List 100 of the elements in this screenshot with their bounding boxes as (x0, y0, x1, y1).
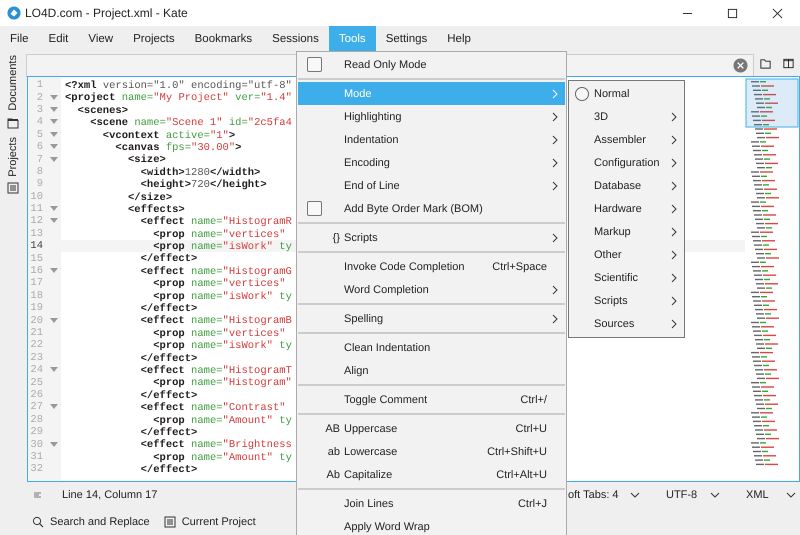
line-number: 10 (29, 190, 43, 203)
code-line: </size> (127, 192, 172, 204)
menu-item[interactable]: Bookmarks (184, 26, 262, 51)
menu-entry[interactable]: Ab Capitalize Ctrl+Alt+U (298, 463, 565, 486)
line-number: 12 (29, 215, 43, 228)
menu-entry[interactable]: Add Byte Order Mark (BOM) (298, 197, 565, 220)
menu-entry[interactable]: Word Completion (298, 278, 565, 301)
code-line: <effect name="HistogramR (140, 216, 292, 228)
line-number: 24 (29, 364, 43, 376)
menu-entry[interactable]: Apply Word Wrap (298, 515, 565, 535)
split-view-icon[interactable] (782, 57, 795, 70)
line-number: 15 (29, 252, 43, 265)
chevron-right-icon (552, 314, 558, 324)
menu-entry[interactable]: Encoding (298, 151, 565, 174)
code-line: </effect> (140, 253, 198, 266)
menu-entry[interactable]: Scripts (569, 289, 684, 312)
code-line: <canvas fps="30.00"> (114, 142, 242, 154)
menu-entry[interactable]: Sources (569, 312, 684, 335)
line-number: 21 (29, 327, 43, 339)
menu-entry[interactable]: Database (569, 174, 684, 197)
code-line: <scenes> (76, 104, 128, 117)
checkbox[interactable] (307, 201, 322, 216)
maximize-icon[interactable] (727, 8, 738, 18)
line-number: 2 (36, 92, 43, 104)
fold-arrow-icon[interactable] (50, 442, 58, 448)
fold-arrow-icon[interactable] (50, 268, 58, 274)
sidebar-tab[interactable]: Projects (7, 136, 19, 176)
fold-arrow-icon[interactable] (50, 404, 58, 410)
code-line: <prop name="Amount" ty (152, 414, 292, 427)
menu-entry[interactable]: Normal (569, 82, 684, 105)
line-number: 17 (29, 277, 43, 290)
fold-arrow-icon[interactable] (50, 318, 58, 324)
chevron-right-icon (671, 158, 677, 168)
line-number: 27 (29, 401, 43, 414)
line-number: 32 (29, 463, 43, 476)
menu-item[interactable]: File (0, 26, 39, 51)
menu-entry[interactable]: Toggle Comment Ctrl+/ (298, 388, 565, 411)
indent-setting[interactable]: oft Tabs: 4 (568, 489, 626, 501)
close-icon[interactable] (772, 8, 783, 18)
caret-icon[interactable] (786, 492, 796, 498)
code-line: <width>1280</width> (140, 166, 260, 179)
encoding-setting[interactable]: UTF-8 (666, 489, 706, 501)
menu-entry[interactable]: ab Lowercase Ctrl+Shift+U (298, 440, 565, 463)
menu-entry[interactable]: Configuration (569, 151, 684, 174)
search-icon (32, 516, 44, 528)
menu-entry[interactable]: End of Line (298, 174, 565, 197)
menu-item[interactable]: Settings (376, 26, 438, 51)
line-number: 29 (29, 426, 43, 438)
line-number: 8 (36, 166, 43, 178)
menu-entry[interactable]: Markup (569, 220, 684, 243)
menu-item[interactable]: Edit (38, 26, 78, 51)
line-number: 6 (36, 141, 43, 154)
case-icon: {} (332, 232, 340, 244)
code-line: <effect name="Brightness (140, 439, 292, 452)
menu-item[interactable]: View (78, 26, 124, 51)
menu-entry[interactable]: Join Lines Ctrl+J (298, 492, 565, 515)
menu-entry[interactable]: Assembler (569, 128, 684, 151)
menu-entry[interactable]: Read Only Mode (298, 53, 565, 76)
fold-arrow-icon[interactable] (50, 367, 58, 374)
menu-entry[interactable]: Hardware (569, 197, 684, 220)
chevron-right-icon (552, 134, 558, 144)
sidebar-tab[interactable]: Documents (7, 55, 19, 111)
menu-entry[interactable]: {} Scripts (298, 226, 565, 249)
code-line: </effect> (140, 390, 198, 402)
folder-icon[interactable] (759, 57, 772, 70)
panel-tab[interactable]: Current Project (182, 516, 256, 528)
menu-entry[interactable]: Highlighting (298, 105, 565, 128)
line-number: 11 (29, 203, 43, 216)
code-line: <height>720</height> (140, 179, 267, 192)
line-number: 26 (29, 388, 43, 401)
chevron-right-icon (552, 158, 558, 168)
caret-icon[interactable] (710, 492, 720, 498)
menu-entry[interactable]: Clean Indentation (298, 336, 565, 359)
line-number: 31 (29, 450, 43, 463)
menu-item[interactable]: Help (437, 26, 481, 51)
menu-entry[interactable]: Invoke Code Completion Ctrl+Space (298, 255, 565, 278)
line-number: 3 (36, 104, 43, 116)
line-number: 9 (36, 178, 43, 190)
code-line: <prop name="isWork" ty (152, 340, 292, 352)
radio-button[interactable] (574, 86, 588, 100)
line-number: 23 (29, 352, 43, 364)
menu-entry[interactable]: Other (569, 243, 684, 266)
code-line: <effects> (127, 204, 185, 216)
menu-item[interactable]: Sessions (262, 26, 329, 51)
menu-entry[interactable]: 3D (569, 105, 684, 128)
folder-icon (7, 116, 19, 129)
menu-entry[interactable]: Indentation (298, 128, 565, 151)
caret-icon[interactable] (630, 492, 640, 498)
menu-entry[interactable]: Scientific (569, 266, 684, 289)
mode-setting[interactable]: XML (746, 489, 782, 501)
code-line: <?xml version="1.0" encoding="utf-8" (65, 80, 292, 92)
menu-item[interactable]: Projects (123, 26, 185, 51)
menu-entry[interactable]: AB Uppercase Ctrl+U (298, 417, 565, 440)
menu-entry[interactable]: Align (298, 359, 565, 382)
menu-entry[interactable]: Spelling (298, 307, 565, 330)
code-line: </effect> (140, 352, 198, 365)
panel-tab[interactable]: Search and Replace (50, 516, 150, 528)
code-line: </effect> (140, 303, 198, 316)
checkbox[interactable] (307, 57, 322, 72)
app-icon (7, 6, 21, 20)
